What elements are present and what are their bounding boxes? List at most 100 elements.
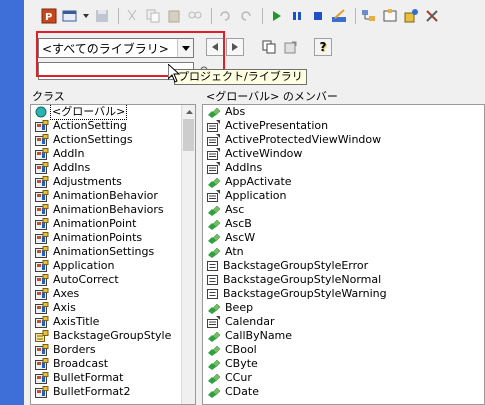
toolbar-separator: [118, 8, 119, 24]
class-icon: [35, 386, 49, 398]
classes-list[interactable]: <グローバル> ActionSetting ActionSettings AddIn A…: [30, 104, 196, 405]
member-list-item[interactable]: BackstageGroupStyleError: [203, 259, 484, 273]
class-list-item[interactable]: AnimationPoint: [31, 217, 195, 231]
class-list-item[interactable]: Axes: [31, 287, 195, 301]
member-list-item[interactable]: Atn: [203, 245, 484, 259]
class-list-item[interactable]: BulletFormat2: [31, 385, 195, 399]
member-list-item-label: BackstageGroupStyleNormal: [223, 273, 382, 286]
member-list-item[interactable]: AscW: [203, 231, 484, 245]
members-list[interactable]: Abs ActivePresentation ActiveProtectedView…: [202, 104, 485, 405]
enum-icon: [35, 330, 49, 342]
member-list-item[interactable]: ActiveWindow: [203, 147, 484, 161]
toolbox-icon[interactable]: [423, 7, 441, 25]
next-button[interactable]: [226, 38, 244, 56]
member-list-item-label: ActiveProtectedViewWindow: [225, 133, 382, 146]
class-icon: [35, 148, 49, 160]
member-list-item[interactable]: Application: [203, 189, 484, 203]
class-list-item-label: Axes: [53, 287, 80, 300]
member-list-item[interactable]: AddIns: [203, 161, 484, 175]
chevron-up-icon: [185, 110, 193, 114]
member-list-item[interactable]: Abs: [203, 105, 484, 119]
class-list-item[interactable]: AxisTitle: [31, 315, 195, 329]
member-list-item[interactable]: AscB: [203, 217, 484, 231]
class-list-item[interactable]: ActionSetting: [31, 119, 195, 133]
member-list-item[interactable]: BackstageGroupStyleNormal: [203, 273, 484, 287]
design-mode-icon[interactable]: [330, 7, 348, 25]
member-list-item-label: AppActivate: [225, 175, 292, 188]
mouse-cursor-icon: [168, 64, 181, 83]
find-icon[interactable]: [186, 7, 204, 25]
library-tooltip: プロジェクト/ライブラリ: [174, 69, 307, 85]
member-list-item[interactable]: CallByName: [203, 329, 484, 343]
run-icon[interactable]: [267, 7, 285, 25]
class-list-item[interactable]: AutoCorrect: [31, 273, 195, 287]
members-header: <グローバル> のメンバー: [206, 90, 338, 103]
redo-icon[interactable]: [237, 7, 255, 25]
scroll-thumb[interactable]: [183, 119, 194, 151]
scroll-up-button[interactable]: [182, 105, 195, 119]
class-list-item[interactable]: AddIns: [31, 161, 195, 175]
class-list-item[interactable]: AnimationSettings: [31, 245, 195, 259]
member-list-item-label: AscW: [225, 231, 256, 244]
view-definition-button[interactable]: [282, 38, 300, 56]
class-list-item[interactable]: ActionSettings: [31, 133, 195, 147]
class-list-item[interactable]: AddIn: [31, 147, 195, 161]
dropdown-arrow-icon[interactable]: [82, 7, 90, 25]
help-button[interactable]: ?: [314, 38, 332, 56]
class-list-item[interactable]: AnimationBehaviors: [31, 203, 195, 217]
class-icon: [35, 204, 49, 216]
member-list-item[interactable]: CCur: [203, 371, 484, 385]
member-list-item[interactable]: CBool: [203, 343, 484, 357]
class-list-item-label: AnimationSettings: [53, 245, 155, 258]
member-list-item[interactable]: Calendar: [203, 315, 484, 329]
classes-scrollbar[interactable]: [181, 105, 195, 404]
object-browser-icon[interactable]: [402, 7, 420, 25]
chevron-down-icon[interactable]: [177, 39, 193, 57]
member-list-item-label: AddIns: [225, 161, 263, 174]
member-list-item[interactable]: Asc: [203, 203, 484, 217]
arrow-right-icon: [232, 43, 238, 51]
project-library-dropdown[interactable]: <すべてのライブラリ>: [38, 38, 194, 58]
class-list-item[interactable]: AnimationPoints: [31, 231, 195, 245]
copy-icon[interactable]: [144, 7, 162, 25]
paste-icon[interactable]: [165, 7, 183, 25]
class-list-item[interactable]: Adjustments: [31, 175, 195, 189]
member-list-item[interactable]: AppActivate: [203, 175, 484, 189]
class-icon: [35, 274, 49, 286]
class-list-item-label: Borders: [53, 343, 96, 356]
class-icon: [35, 358, 49, 370]
method-icon: [207, 106, 221, 118]
insert-userform-icon[interactable]: [61, 7, 79, 25]
member-list-item[interactable]: BackstageGroupStyleWarning: [203, 287, 484, 301]
project-explorer-icon[interactable]: [360, 7, 378, 25]
method-icon: [207, 176, 221, 188]
method-icon: [207, 358, 221, 370]
class-list-item[interactable]: Broadcast: [31, 357, 195, 371]
method-icon: [207, 204, 221, 216]
member-list-item[interactable]: Beep: [203, 301, 484, 315]
member-list-item[interactable]: CDate: [203, 385, 484, 399]
properties-icon[interactable]: [381, 7, 399, 25]
class-icon: [35, 218, 49, 230]
member-list-item[interactable]: CByte: [203, 357, 484, 371]
save-icon[interactable]: [93, 7, 111, 25]
reset-icon[interactable]: [309, 7, 327, 25]
member-list-item[interactable]: ActiveProtectedViewWindow: [203, 133, 484, 147]
undo-icon[interactable]: [216, 7, 234, 25]
break-icon[interactable]: [288, 7, 306, 25]
class-list-item[interactable]: <グローバル>: [31, 105, 195, 120]
class-list-item[interactable]: Axis: [31, 301, 195, 315]
previous-button[interactable]: [206, 38, 224, 56]
powerpoint-icon[interactable]: P: [40, 7, 58, 25]
svg-text:P: P: [45, 12, 52, 23]
class-list-item[interactable]: BulletFormat: [31, 371, 195, 385]
copy-to-clipboard-button[interactable]: [260, 38, 278, 56]
class-list-item[interactable]: AnimationBehavior: [31, 189, 195, 203]
class-list-item[interactable]: Application: [31, 259, 195, 273]
class-list-item[interactable]: BackstageGroupStyle: [31, 329, 195, 343]
member-list-item[interactable]: ActivePresentation: [203, 119, 484, 133]
member-list-item-label: BackstageGroupStyleWarning: [223, 287, 387, 300]
class-list-item[interactable]: Borders: [31, 343, 195, 357]
class-icon: [35, 302, 49, 314]
cut-icon[interactable]: [123, 7, 141, 25]
